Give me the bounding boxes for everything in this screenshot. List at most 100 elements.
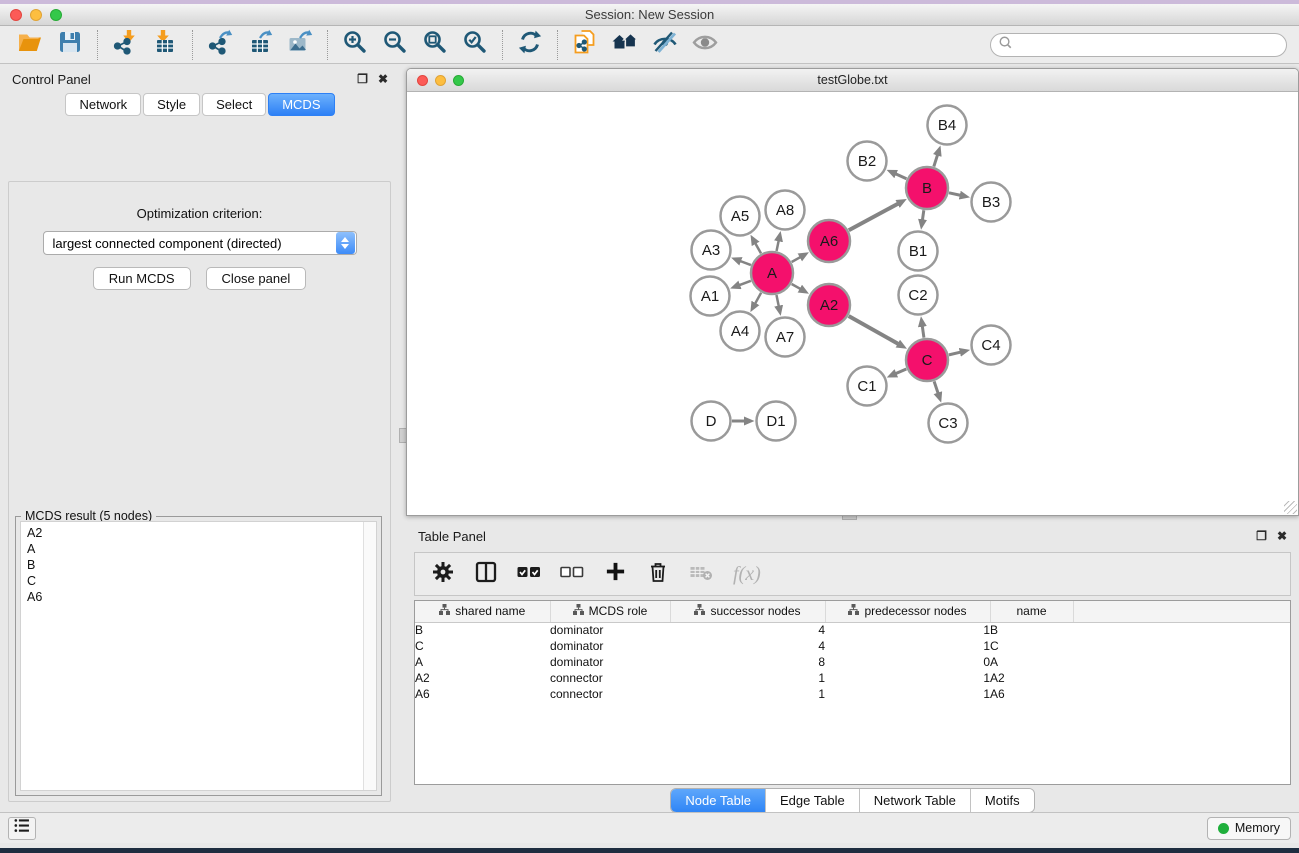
- close-panel-icon[interactable]: ✖: [378, 73, 388, 85]
- table-row[interactable]: A6connector11A6: [415, 686, 1290, 702]
- show-columns-button[interactable]: [516, 561, 542, 587]
- cell-name[interactable]: C: [990, 638, 1073, 654]
- table-row[interactable]: Adominator80A: [415, 654, 1290, 670]
- tab-motifs[interactable]: Motifs: [971, 789, 1034, 812]
- cell-MCDS-role[interactable]: dominator: [550, 638, 670, 654]
- criterion-select[interactable]: largest connected component (directed): [43, 231, 357, 255]
- column-header-successor-nodes[interactable]: successor nodes: [670, 601, 825, 622]
- import-table-button[interactable]: [145, 29, 185, 61]
- apply-function-button[interactable]: f(x): [733, 563, 761, 586]
- close-window-button[interactable]: [10, 9, 22, 21]
- table-row[interactable]: Cdominator41C: [415, 638, 1290, 654]
- duplicate-network-button[interactable]: [565, 29, 605, 61]
- edge-A-A4[interactable]: [755, 293, 761, 304]
- tab-network-table[interactable]: Network Table: [860, 789, 971, 812]
- edge-B-B2[interactable]: [896, 174, 907, 179]
- zoom-window-button[interactable]: [50, 9, 62, 21]
- cell-name[interactable]: A: [990, 654, 1073, 670]
- first-neighbors-button[interactable]: [605, 29, 645, 61]
- cell-shared-name[interactable]: A: [415, 654, 550, 670]
- cell-MCDS-role[interactable]: connector: [550, 670, 670, 686]
- network-minimize-button[interactable]: [435, 75, 446, 86]
- export-image-button[interactable]: [280, 29, 320, 61]
- column-header-name[interactable]: name: [990, 601, 1073, 622]
- table-row[interactable]: Bdominator41B: [415, 622, 1290, 638]
- task-history-button[interactable]: [8, 817, 36, 840]
- cell-shared-name[interactable]: A6: [415, 686, 550, 702]
- resize-grip-icon[interactable]: [1284, 501, 1297, 514]
- edge-C-C3[interactable]: [934, 381, 938, 393]
- add-column-button[interactable]: [602, 561, 628, 587]
- edge-A-A2[interactable]: [792, 284, 801, 289]
- cell-successor-nodes[interactable]: 4: [670, 638, 825, 654]
- network-zoom-button[interactable]: [453, 75, 464, 86]
- refresh-button[interactable]: [510, 29, 550, 61]
- cell-shared-name[interactable]: B: [415, 622, 550, 638]
- cell-successor-nodes[interactable]: 8: [670, 654, 825, 670]
- edge-C-C4[interactable]: [949, 352, 960, 355]
- cell-predecessor-nodes[interactable]: 1: [825, 638, 990, 654]
- edge-B-B4[interactable]: [934, 155, 938, 167]
- mcds-result-list[interactable]: A2ABCA6: [20, 521, 377, 791]
- float-panel-icon[interactable]: ❐: [357, 73, 368, 85]
- tab-node-table[interactable]: Node Table: [671, 789, 766, 812]
- close-table-panel-icon[interactable]: ✖: [1277, 530, 1287, 542]
- tab-mcds[interactable]: MCDS: [268, 93, 334, 116]
- zoom-in-button[interactable]: [335, 29, 375, 61]
- zoom-selected-button[interactable]: [455, 29, 495, 61]
- show-graphics-button[interactable]: [685, 29, 725, 61]
- import-network-button[interactable]: [105, 29, 145, 61]
- memory-button[interactable]: Memory: [1207, 817, 1291, 840]
- tab-edge-table[interactable]: Edge Table: [766, 789, 860, 812]
- cell-predecessor-nodes[interactable]: 1: [825, 622, 990, 638]
- edge-A-A8[interactable]: [777, 241, 779, 251]
- cell-successor-nodes[interactable]: 1: [670, 686, 825, 702]
- result-list-item[interactable]: B: [21, 557, 376, 573]
- cell-shared-name[interactable]: C: [415, 638, 550, 654]
- zoom-fit-button[interactable]: [415, 29, 455, 61]
- columns-button[interactable]: [473, 561, 499, 587]
- hide-panels-button[interactable]: [645, 29, 685, 61]
- close-panel-button[interactable]: Close panel: [206, 267, 307, 290]
- gear-button[interactable]: [430, 561, 456, 587]
- network-graph[interactable]: B4B2BB3A5A8A6B1A3AC2A1A2A4A7CC4C1C3DD1: [407, 92, 1298, 515]
- edge-A2-C[interactable]: [849, 316, 899, 344]
- cell-MCDS-role[interactable]: dominator: [550, 622, 670, 638]
- cell-name[interactable]: A2: [990, 670, 1073, 686]
- result-list-item[interactable]: A2: [21, 525, 376, 541]
- cell-predecessor-nodes[interactable]: 0: [825, 654, 990, 670]
- cell-name[interactable]: A6: [990, 686, 1073, 702]
- float-table-panel-icon[interactable]: ❐: [1256, 530, 1267, 542]
- tab-style[interactable]: Style: [143, 93, 200, 116]
- result-list-item[interactable]: C: [21, 573, 376, 589]
- export-network-button[interactable]: [200, 29, 240, 61]
- cell-predecessor-nodes[interactable]: 1: [825, 686, 990, 702]
- open-session-button[interactable]: [10, 29, 50, 61]
- cell-successor-nodes[interactable]: 4: [670, 622, 825, 638]
- cell-shared-name[interactable]: A2: [415, 670, 550, 686]
- edge-C-C1[interactable]: [896, 369, 906, 374]
- delete-column-button[interactable]: [645, 561, 671, 587]
- result-list-item[interactable]: A6: [21, 589, 376, 605]
- zoom-out-button[interactable]: [375, 29, 415, 61]
- cell-predecessor-nodes[interactable]: 1: [825, 670, 990, 686]
- minimize-window-button[interactable]: [30, 9, 42, 21]
- cell-MCDS-role[interactable]: dominator: [550, 654, 670, 670]
- network-canvas[interactable]: B4B2BB3A5A8A6B1A3AC2A1A2A4A7CC4C1C3DD1: [407, 92, 1298, 515]
- edge-A-A7[interactable]: [776, 295, 778, 306]
- edge-A-A6[interactable]: [792, 257, 801, 262]
- result-list-scrollbar[interactable]: [363, 522, 376, 790]
- edge-A-A3[interactable]: [740, 261, 750, 265]
- table-row[interactable]: A2connector11A2: [415, 670, 1290, 686]
- search-input[interactable]: [1013, 35, 1286, 55]
- tab-network[interactable]: Network: [65, 93, 141, 116]
- edge-A-A5[interactable]: [755, 243, 761, 253]
- column-header-predecessor-nodes[interactable]: predecessor nodes: [825, 601, 990, 622]
- cell-successor-nodes[interactable]: 1: [670, 670, 825, 686]
- column-header-MCDS-role[interactable]: MCDS role: [550, 601, 670, 622]
- search-box[interactable]: [990, 33, 1287, 57]
- column-header-shared-name[interactable]: shared name: [415, 601, 550, 622]
- cell-name[interactable]: B: [990, 622, 1073, 638]
- network-close-button[interactable]: [417, 75, 428, 86]
- export-table-button[interactable]: [240, 29, 280, 61]
